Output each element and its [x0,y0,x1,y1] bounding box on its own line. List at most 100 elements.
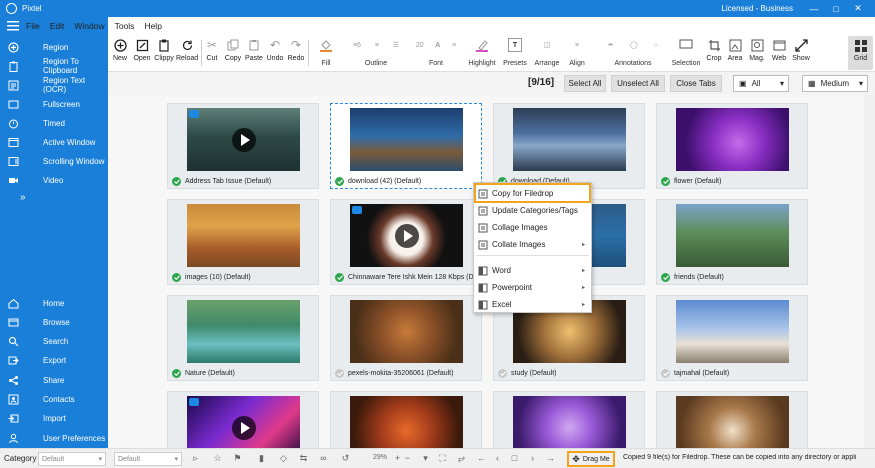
sidebar-item-home[interactable]: Home [0,294,108,312]
menu-help[interactable]: Help [144,21,161,31]
arrow-left-icon[interactable]: ← [476,453,487,464]
sidebar-item-search[interactable]: Search [0,333,108,351]
thumbnail-card[interactable] [167,391,319,448]
thumbnail-card[interactable] [656,391,808,448]
check-icon[interactable] [172,369,181,378]
outline-group[interactable]: ≡6 ≡ ☰ Outline [344,38,408,68]
annotations-button[interactable]: ✒ ◯ ○ Annotations [598,38,668,68]
sidebar-item-share[interactable]: Share [0,371,108,389]
close-icon[interactable]: ✕ [847,3,869,14]
zoom-out-icon[interactable]: − [402,453,413,464]
drag-me-button[interactable]: ✥ Drag Me [567,451,615,467]
star-icon[interactable]: ☆ [212,453,223,464]
thumbnail-card[interactable]: Nature (Default) [167,295,319,381]
highlight-button[interactable]: Highlight [466,38,498,67]
sidebar-item-active-window[interactable]: Active Window [0,134,108,152]
thumbnail-card[interactable]: tajmahal (Default) [656,295,808,381]
context-item-word[interactable]: Word ▸ [474,263,591,278]
thumbnail-image[interactable] [676,204,789,267]
thumbnail-image[interactable] [187,204,300,267]
prev-icon[interactable]: ‹ [492,453,503,464]
menu-window[interactable]: Window [74,21,104,31]
thumbnail-image[interactable] [350,396,463,448]
sidebar-item-region[interactable]: Region [0,38,108,56]
tag-dropdown[interactable]: Default ▾ [114,452,182,466]
scale-icon[interactable]: ⥂ [456,453,467,464]
thumbnail-image[interactable] [187,396,300,448]
sidebar-item-fullscreen[interactable]: Fullscreen [0,95,108,113]
thumbnail-image[interactable] [676,396,789,448]
selection-button[interactable]: Selection [671,38,701,67]
thumbnail-card[interactable]: flower (Default) [656,103,808,189]
play-icon[interactable] [232,128,256,152]
link-icon[interactable]: ∞ [318,453,329,464]
vertical-scrollbar[interactable] [864,95,875,448]
thumbnail-card[interactable]: pexels-mokita-35206061 (Default) [330,295,482,381]
check-icon[interactable] [335,177,344,186]
copy-button[interactable]: Copy [224,38,242,62]
thumbnail-size-dropdown[interactable]: ▦ Medium ▾ [802,75,868,92]
sidebar-item-region-to-clipboard[interactable]: Region To Clipboard [0,57,108,75]
sidebar-item-user-preferences[interactable]: User Preferences [0,429,108,447]
context-item-collage-images[interactable]: Collage Images [474,220,591,235]
fill-button[interactable]: Fill [311,38,341,67]
arrange-button[interactable]: ◫ Arrange [533,38,561,67]
sidebar-more-button[interactable]: » [0,188,108,206]
check-icon[interactable] [661,273,670,282]
web-button[interactable]: Web [770,38,788,62]
unselect-all-button[interactable]: Unselect All [611,75,665,92]
show-button[interactable]: Show [792,38,810,62]
minimize-icon[interactable]: — [803,4,825,14]
cut-button[interactable]: ✂ Cut [205,38,219,62]
thumbnail-card[interactable]: Chinnaware Tere Ishk Mein 128 Kbps (Defa… [330,199,482,285]
font-group[interactable]: 20 A ≡ Font [408,38,464,68]
magnify-button[interactable]: Mag. [748,38,766,62]
thumbnail-card[interactable]: friends (Default) [656,199,808,285]
play-icon[interactable] [395,224,419,248]
thumbnail-card[interactable]: images (10) (Default) [167,199,319,285]
undo-button[interactable]: ↶ Undo [266,38,284,62]
arrow-right-icon[interactable]: → [545,453,556,464]
select-all-button[interactable]: Select All [564,75,606,92]
maximize-icon[interactable]: □ [825,4,847,14]
check-icon[interactable] [172,177,181,186]
open-button[interactable]: Open [132,38,152,62]
redo-button[interactable]: ↷ Redo [287,38,305,62]
check-icon[interactable] [335,369,344,378]
thumbnail-image[interactable] [676,108,789,171]
check-icon[interactable] [661,177,670,186]
tag-icon[interactable]: ▹ [190,453,201,464]
sidebar-item-scrolling-window[interactable]: Scrolling Window [0,153,108,171]
sidebar-item-export[interactable]: Export [0,352,108,370]
context-item-excel[interactable]: Excel ▸ [474,297,591,312]
align-button[interactable]: ≡ Align [563,38,591,68]
thumbnail-card[interactable]: download (Default) [493,103,645,189]
history-icon[interactable]: ↺ [340,453,351,464]
swap-icon[interactable]: ⇆ [298,453,309,464]
sidebar-item-import[interactable]: Import [0,410,108,428]
area-button[interactable]: Area [726,38,744,62]
thumbnail-image[interactable] [350,204,463,267]
presets-button[interactable]: T Presets [501,38,529,67]
sidebar-item-timed[interactable]: Timed [0,114,108,132]
paste-button[interactable]: Paste [245,38,263,62]
thumbnail-image[interactable] [350,300,463,363]
bookmark-icon[interactable]: ▮ [256,453,267,464]
thumbnail-card[interactable] [493,391,645,448]
thumbnail-card[interactable] [330,391,482,448]
grid-view-button[interactable]: Grid [848,36,873,70]
menu-tools[interactable]: Tools [115,21,135,31]
window-icon[interactable]: □ [509,453,520,464]
thumbnail-image[interactable] [187,108,300,171]
check-icon[interactable] [498,369,507,378]
menu-edit[interactable]: Edit [50,21,65,31]
check-icon[interactable] [172,273,181,282]
close-tabs-button[interactable]: Close Tabs [670,75,722,92]
menu-file[interactable]: File [26,21,40,31]
reload-button[interactable]: Reload [176,38,198,62]
flag-icon[interactable]: ⚑ [232,453,243,464]
label-icon[interactable]: ◇ [278,453,289,464]
thumbnail-card[interactable]: download (42) (Default) [330,103,482,189]
clippy-button[interactable]: Clippy [153,38,175,62]
thumbnail-image[interactable] [676,300,789,363]
